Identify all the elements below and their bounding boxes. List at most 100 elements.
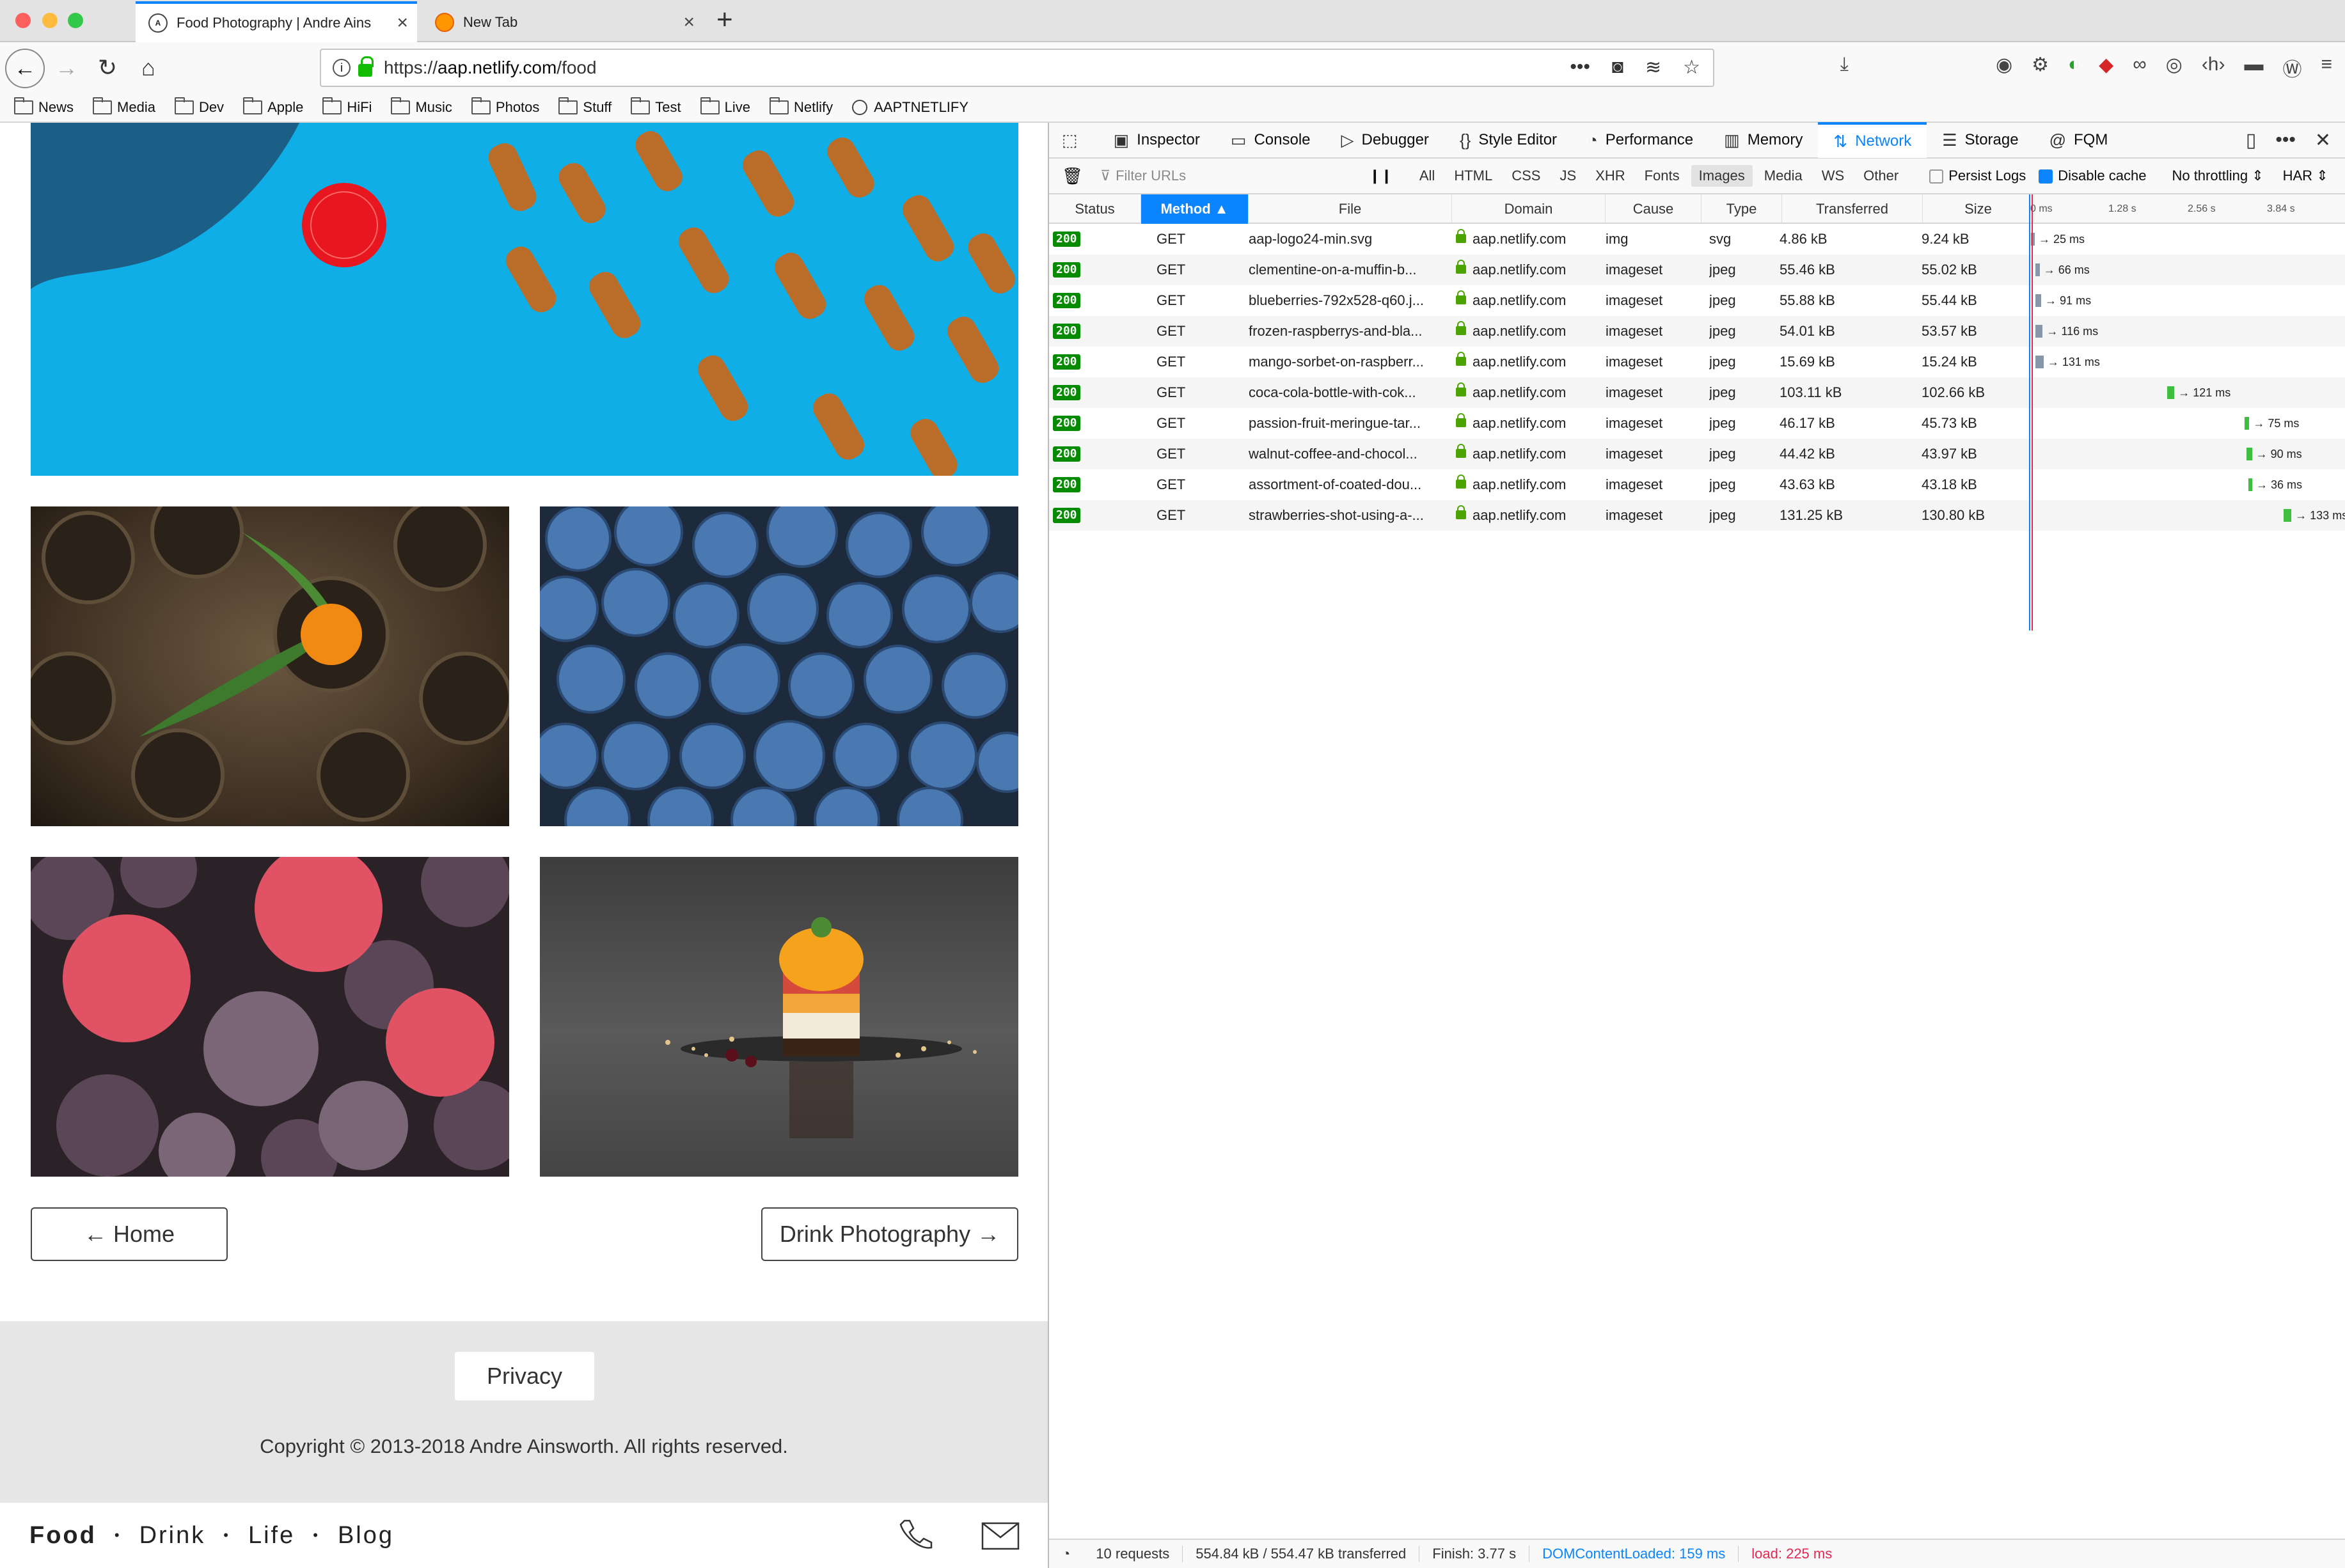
column-cause[interactable]: Cause: [1606, 194, 1702, 224]
tab-debugger[interactable]: ▷ Debugger: [1326, 122, 1444, 158]
bookmark-folder[interactable]: Music: [391, 97, 452, 116]
new-tab-button[interactable]: +: [716, 4, 733, 36]
tab-style-editor[interactable]: {} Style Editor: [1444, 122, 1572, 158]
forward-button[interactable]: →: [52, 54, 81, 82]
filter-css[interactable]: CSS: [1504, 165, 1548, 187]
nav-blog[interactable]: Blog: [338, 1522, 394, 1549]
close-tab-icon[interactable]: ×: [683, 12, 695, 33]
blueberries-photo[interactable]: [540, 506, 1018, 826]
extension-glasses-icon[interactable]: ∞: [2133, 54, 2146, 82]
minimize-window-button[interactable]: [42, 13, 58, 28]
tab-console[interactable]: ▭ Console: [1215, 122, 1326, 158]
performance-analysis-icon[interactable]: ◔: [1049, 1546, 1083, 1562]
extension-green-icon[interactable]: ◐: [2068, 54, 2080, 82]
nav-food[interactable]: Food: [29, 1522, 97, 1549]
reload-button[interactable]: ↻: [93, 54, 122, 82]
home-button[interactable]: ⌂: [134, 54, 162, 82]
bookmark-folder[interactable]: Dev: [174, 97, 224, 116]
persist-logs-checkbox[interactable]: Persist Logs: [1929, 168, 2026, 184]
column-domain[interactable]: Domain: [1452, 194, 1606, 224]
menu-icon[interactable]: ≡: [2321, 54, 2332, 82]
responsive-mode-icon[interactable]: ▯: [2246, 129, 2257, 152]
filter-fonts[interactable]: Fonts: [1637, 165, 1687, 187]
column-file[interactable]: File: [1249, 194, 1452, 224]
bookmark-folder[interactable]: Test: [631, 97, 681, 116]
filter-xhr[interactable]: XHR: [1588, 165, 1632, 187]
bookmark-folder[interactable]: Photos: [471, 97, 539, 116]
bookmark-folder[interactable]: Media: [93, 97, 155, 116]
har-select[interactable]: HAR ⇕: [2283, 168, 2328, 184]
request-row[interactable]: 200 GET blueberries-792x528-q60.j... aap.ne…: [1049, 285, 2345, 316]
request-row[interactable]: 200 GET frozen-raspberrys-and-bla... aap.ne…: [1049, 316, 2345, 347]
clementine-photo[interactable]: [31, 506, 509, 826]
tab-new-tab[interactable]: New Tab ×: [422, 3, 704, 42]
filter-other[interactable]: Other: [1856, 165, 1906, 187]
request-row[interactable]: 200 GET clementine-on-a-muffin-b... aap.net…: [1049, 255, 2345, 285]
page-actions-icon[interactable]: •••: [1570, 56, 1590, 79]
request-row[interactable]: 200 GET mango-sorbet-on-raspberr... aap.net…: [1049, 347, 2345, 377]
zoom-window-button[interactable]: [68, 13, 83, 28]
throttling-select[interactable]: No throttling ⇕: [2172, 168, 2263, 184]
bookmark-folder[interactable]: Apple: [243, 97, 303, 116]
filter-html[interactable]: HTML: [1446, 165, 1500, 187]
mail-icon[interactable]: [981, 1522, 1020, 1550]
bookmark-folder[interactable]: Stuff: [558, 97, 612, 116]
tab-network[interactable]: ⇅ Network: [1818, 122, 1927, 158]
tab-inspector[interactable]: ▣ Inspector: [1098, 122, 1215, 158]
bookmark-folder[interactable]: HiFi: [322, 97, 372, 116]
element-picker-icon[interactable]: ⬚: [1049, 122, 1098, 158]
devtools-menu-icon[interactable]: •••: [2275, 129, 2296, 152]
nav-drink[interactable]: Drink: [139, 1522, 206, 1549]
extension-code-icon[interactable]: ‹h›: [2202, 54, 2225, 82]
filter-urls-input[interactable]: ⊽ Filter URLs: [1100, 168, 1343, 184]
bookmark-star-icon[interactable]: ☆: [1683, 56, 1700, 79]
url-text[interactable]: https://aap.netlify.com/food: [384, 58, 597, 78]
phone-icon[interactable]: [896, 1516, 934, 1554]
bookmark-aaptnetlify[interactable]: AAPTNETLIFY: [852, 99, 968, 116]
extension-chat-icon[interactable]: ▬: [2244, 54, 2263, 82]
filter-ws[interactable]: WS: [1814, 165, 1852, 187]
extension-shield-icon[interactable]: ◆: [2099, 54, 2113, 82]
bookmark-folder[interactable]: Netlify: [769, 97, 833, 116]
pause-icon[interactable]: ❙❙: [1369, 168, 1393, 184]
request-row[interactable]: 200 GET walnut-coffee-and-chocol... aap.net…: [1049, 439, 2345, 469]
frozen-raspberries-photo[interactable]: [31, 857, 509, 1177]
coca-cola-gummies-photo[interactable]: [31, 123, 1018, 476]
home-link-button[interactable]: ← Home: [31, 1207, 228, 1261]
tab-storage[interactable]: ☰ Storage: [1927, 122, 2033, 158]
bookmark-folder[interactable]: Live: [700, 97, 750, 116]
column-status[interactable]: Status: [1049, 194, 1141, 224]
tab-food-photography[interactable]: A Food Photography | Andre Ains ×: [136, 1, 417, 42]
tab-fqm[interactable]: @ FQM: [2034, 122, 2124, 158]
extension-wordpress-icon[interactable]: Ⓦ: [2282, 54, 2302, 82]
tab-memory[interactable]: ▥ Memory: [1709, 122, 1818, 158]
close-devtools-icon[interactable]: ✕: [2315, 129, 2331, 152]
request-row[interactable]: 200 GET assortment-of-coated-dou... aap.net…: [1049, 469, 2345, 500]
request-row[interactable]: 200 GET coca-cola-bottle-with-cok... aap.ne…: [1049, 377, 2345, 408]
filter-images[interactable]: Images: [1691, 165, 1753, 187]
downloads-icon[interactable]: ⤓: [1840, 54, 1849, 82]
info-icon[interactable]: i: [333, 59, 351, 77]
close-tab-icon[interactable]: ×: [397, 12, 408, 34]
close-window-button[interactable]: [15, 13, 31, 28]
extension-1password-icon[interactable]: ◉: [1996, 54, 2012, 82]
mango-sorbet-photo[interactable]: [540, 857, 1018, 1177]
column-transferred[interactable]: Transferred: [1782, 194, 1923, 224]
reader-feed-icon[interactable]: ≋: [1645, 56, 1661, 79]
nav-life[interactable]: Life: [248, 1522, 295, 1549]
bookmark-folder[interactable]: News: [14, 97, 74, 116]
clear-requests-icon[interactable]: 🗑: [1062, 166, 1083, 186]
column-size[interactable]: Size: [1923, 194, 2034, 224]
url-bar[interactable]: i https://aap.netlify.com/food ••• ◙ ≋ ☆: [320, 49, 1714, 87]
privacy-button[interactable]: Privacy: [455, 1352, 594, 1400]
disable-cache-checkbox[interactable]: Disable cache: [2039, 168, 2146, 184]
secure-lock-icon[interactable]: [358, 56, 374, 77]
filter-js[interactable]: JS: [1552, 165, 1584, 187]
column-method[interactable]: Method ▲: [1141, 194, 1249, 224]
request-row[interactable]: 200 GET passion-fruit-meringue-tar... aap.n…: [1049, 408, 2345, 439]
filter-media[interactable]: Media: [1757, 165, 1810, 187]
drink-photography-link-button[interactable]: Drink Photography →: [761, 1207, 1018, 1261]
column-type[interactable]: Type: [1702, 194, 1782, 224]
filter-all[interactable]: All: [1412, 165, 1442, 187]
extension-compass-icon[interactable]: ◎: [2166, 54, 2183, 82]
